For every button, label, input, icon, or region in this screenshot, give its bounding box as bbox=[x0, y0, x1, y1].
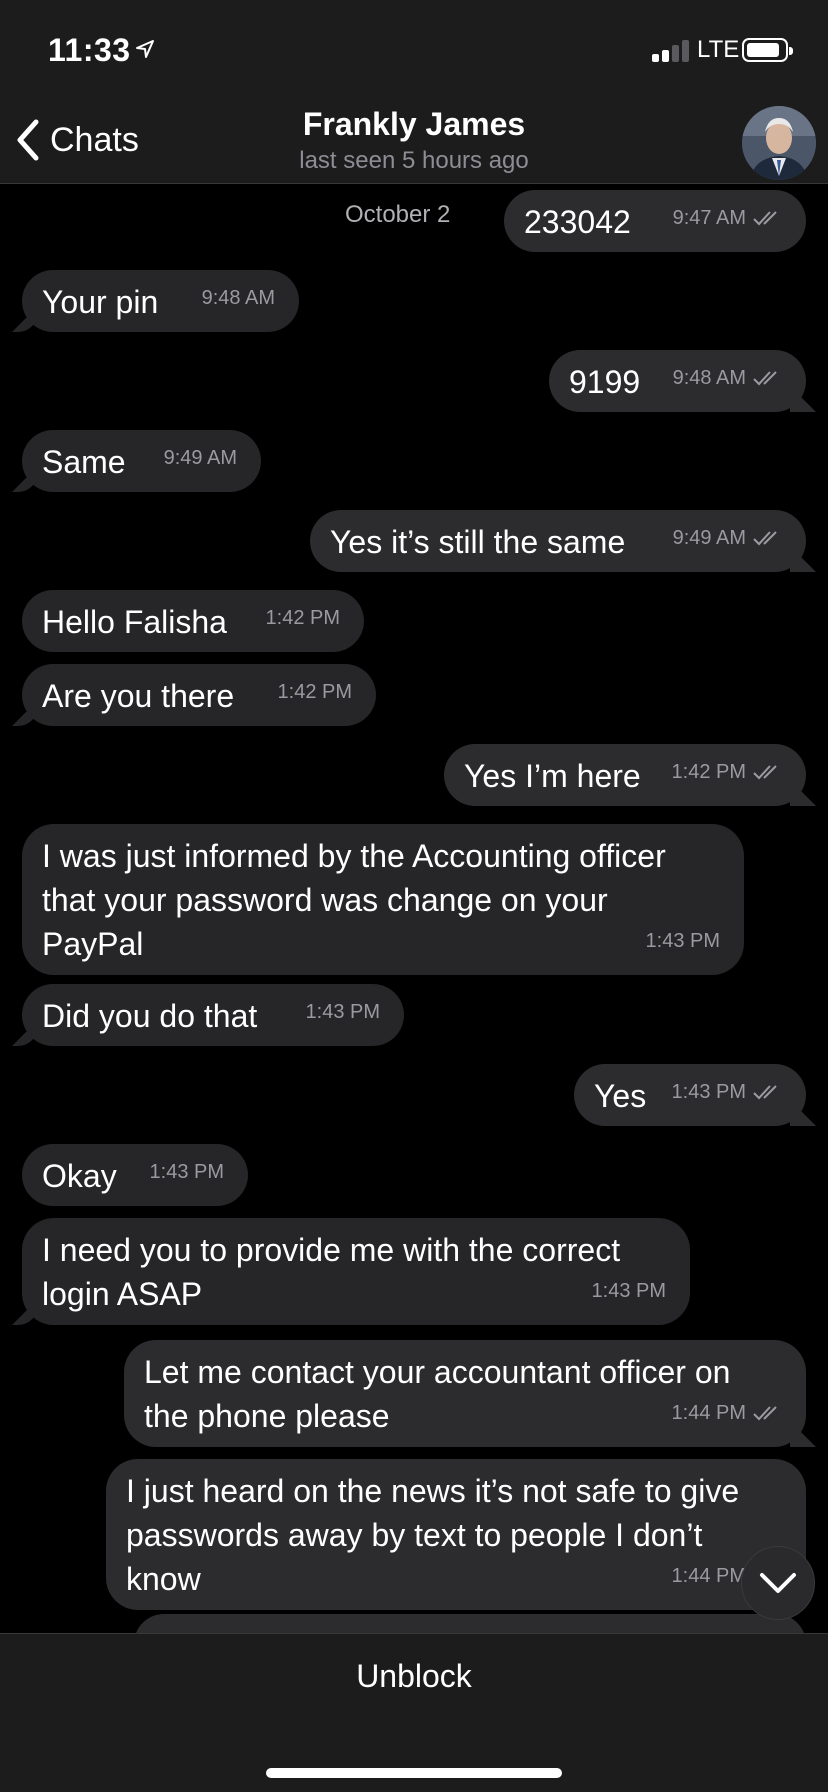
home-indicator[interactable] bbox=[266, 1768, 562, 1778]
message-meta: 9:47 AM bbox=[673, 196, 782, 240]
message-bubble-incoming[interactable]: Okay 1:43 PM bbox=[22, 1144, 248, 1206]
message-bubble-incoming[interactable]: Hello Falisha 1:42 PM bbox=[22, 590, 364, 652]
message-bubble-outgoing[interactable]: Let me contact your accountant officer o… bbox=[124, 1340, 806, 1447]
double-check-icon bbox=[753, 1085, 777, 1100]
location-arrow-icon bbox=[135, 40, 154, 58]
message-bubble-incoming[interactable]: Are you there 1:42 PM bbox=[22, 664, 376, 726]
last-seen: last seen 5 hours ago bbox=[299, 147, 529, 174]
message-meta: 1:43 PM bbox=[672, 1070, 782, 1114]
message-bubble-incoming[interactable]: Same 9:49 AM bbox=[22, 430, 261, 492]
message-text: Let me contact your accountant officer o… bbox=[144, 1354, 731, 1434]
message-bubble-incoming[interactable]: I need you to provide me with the correc… bbox=[22, 1218, 690, 1325]
message-time: 9:49 AM bbox=[163, 447, 237, 469]
unblock-button[interactable]: Unblock bbox=[0, 1658, 828, 1695]
network-type: LTE bbox=[697, 36, 740, 63]
message-bubble-outgoing[interactable]: Yes it’s still the same 9:49 AM bbox=[310, 510, 806, 572]
status-bar: 11:33 LTE bbox=[0, 0, 828, 100]
message-text: Yes it’s still the same bbox=[330, 524, 626, 560]
double-check-icon bbox=[753, 531, 777, 546]
message-text: Same bbox=[42, 444, 126, 480]
message-meta: 1:43 PM bbox=[306, 990, 380, 1034]
message-bubble-incoming[interactable]: Your pin 9:48 AM bbox=[22, 270, 299, 332]
message-text: I just heard on the news it’s not safe t… bbox=[126, 1473, 740, 1597]
avatar[interactable] bbox=[742, 106, 816, 180]
message-text: 9199 bbox=[569, 364, 641, 400]
message-meta: 1:42 PM bbox=[278, 670, 352, 714]
message-time: 9:47 AM bbox=[672, 207, 746, 229]
message-text: Yes I’m here bbox=[464, 758, 641, 794]
avatar-image bbox=[742, 106, 816, 180]
message-meta: 1:43 PM bbox=[592, 1269, 666, 1313]
message-bubble-outgoing[interactable]: 233042 9:47 AM bbox=[504, 190, 806, 252]
message-meta: 1:43 PM bbox=[150, 1150, 224, 1194]
message-time: 9:48 AM bbox=[201, 287, 275, 309]
message-text: Yes bbox=[594, 1078, 647, 1114]
message-meta: 1:44 PM bbox=[672, 1391, 782, 1435]
message-text: I need you to provide me with the correc… bbox=[42, 1232, 621, 1312]
scroll-to-bottom-button[interactable] bbox=[741, 1546, 815, 1620]
message-text: 233042 bbox=[524, 204, 631, 240]
message-time: 1:43 PM bbox=[671, 1081, 746, 1103]
message-time: 1:42 PM bbox=[671, 761, 746, 783]
message-time: 1:43 PM bbox=[305, 1001, 380, 1023]
message-text: Are you there bbox=[42, 678, 235, 714]
double-check-icon bbox=[753, 211, 777, 226]
message-text: I was just informed by the Accounting of… bbox=[42, 838, 666, 962]
double-check-icon bbox=[753, 765, 777, 780]
message-time: 1:42 PM bbox=[265, 607, 340, 629]
contact-info[interactable]: Frankly James last seen 5 hours ago bbox=[0, 106, 828, 175]
message-time: 1:43 PM bbox=[149, 1161, 224, 1183]
message-meta: 1:43 PM bbox=[646, 919, 720, 963]
message-text: Okay bbox=[42, 1158, 117, 1194]
status-time-text: 11:33 bbox=[48, 32, 131, 68]
message-bubble-outgoing[interactable]: Yes 1:43 PM bbox=[574, 1064, 806, 1126]
message-bubble-outgoing[interactable]: Yes I’m here 1:42 PM bbox=[444, 744, 806, 806]
contact-name: Frankly James bbox=[302, 106, 526, 142]
message-time: 9:49 AM bbox=[672, 527, 746, 549]
message-time: 1:44 PM bbox=[671, 1402, 746, 1424]
message-bubble-outgoing[interactable]: I just heard on the news it’s not safe t… bbox=[106, 1459, 806, 1610]
message-meta: 1:42 PM bbox=[266, 596, 340, 640]
message-time: 1:42 PM bbox=[277, 681, 352, 703]
message-meta: 9:48 AM bbox=[673, 356, 782, 400]
status-time: 11:33 bbox=[48, 32, 155, 69]
battery-icon bbox=[742, 38, 793, 62]
message-meta: 9:49 AM bbox=[673, 516, 782, 560]
message-meta: 9:49 AM bbox=[164, 436, 237, 480]
message-bubble-outgoing-partial[interactable] bbox=[134, 1614, 806, 1633]
message-text: Did you do that bbox=[42, 998, 258, 1034]
message-meta: 9:48 AM bbox=[202, 276, 275, 320]
message-text: Hello Falisha bbox=[42, 604, 227, 640]
chat-header: Chats Frankly James last seen 5 hours ag… bbox=[0, 100, 828, 184]
message-bubble-incoming[interactable]: Did you do that 1:43 PM bbox=[22, 984, 404, 1046]
double-check-icon bbox=[753, 371, 777, 386]
signal-strength-icon bbox=[652, 38, 692, 62]
message-bubble-outgoing[interactable]: 9199 9:48 AM bbox=[549, 350, 806, 412]
date-separator: October 2 bbox=[345, 201, 451, 228]
message-time: 1:44 PM bbox=[671, 1565, 746, 1587]
chevron-down-icon bbox=[760, 1573, 796, 1593]
double-check-icon bbox=[753, 1406, 777, 1421]
message-bubble-incoming[interactable]: I was just informed by the Accounting of… bbox=[22, 824, 744, 975]
message-text: Your pin bbox=[42, 284, 159, 320]
message-meta: 1:42 PM bbox=[672, 750, 782, 794]
message-time: 1:43 PM bbox=[591, 1280, 666, 1302]
message-time: 1:43 PM bbox=[645, 930, 720, 952]
message-time: 9:48 AM bbox=[672, 367, 746, 389]
message-list[interactable]: October 2 233042 9:47 AM Your pin 9:48 A… bbox=[0, 185, 828, 1633]
bottom-bar: Unblock bbox=[0, 1633, 828, 1792]
